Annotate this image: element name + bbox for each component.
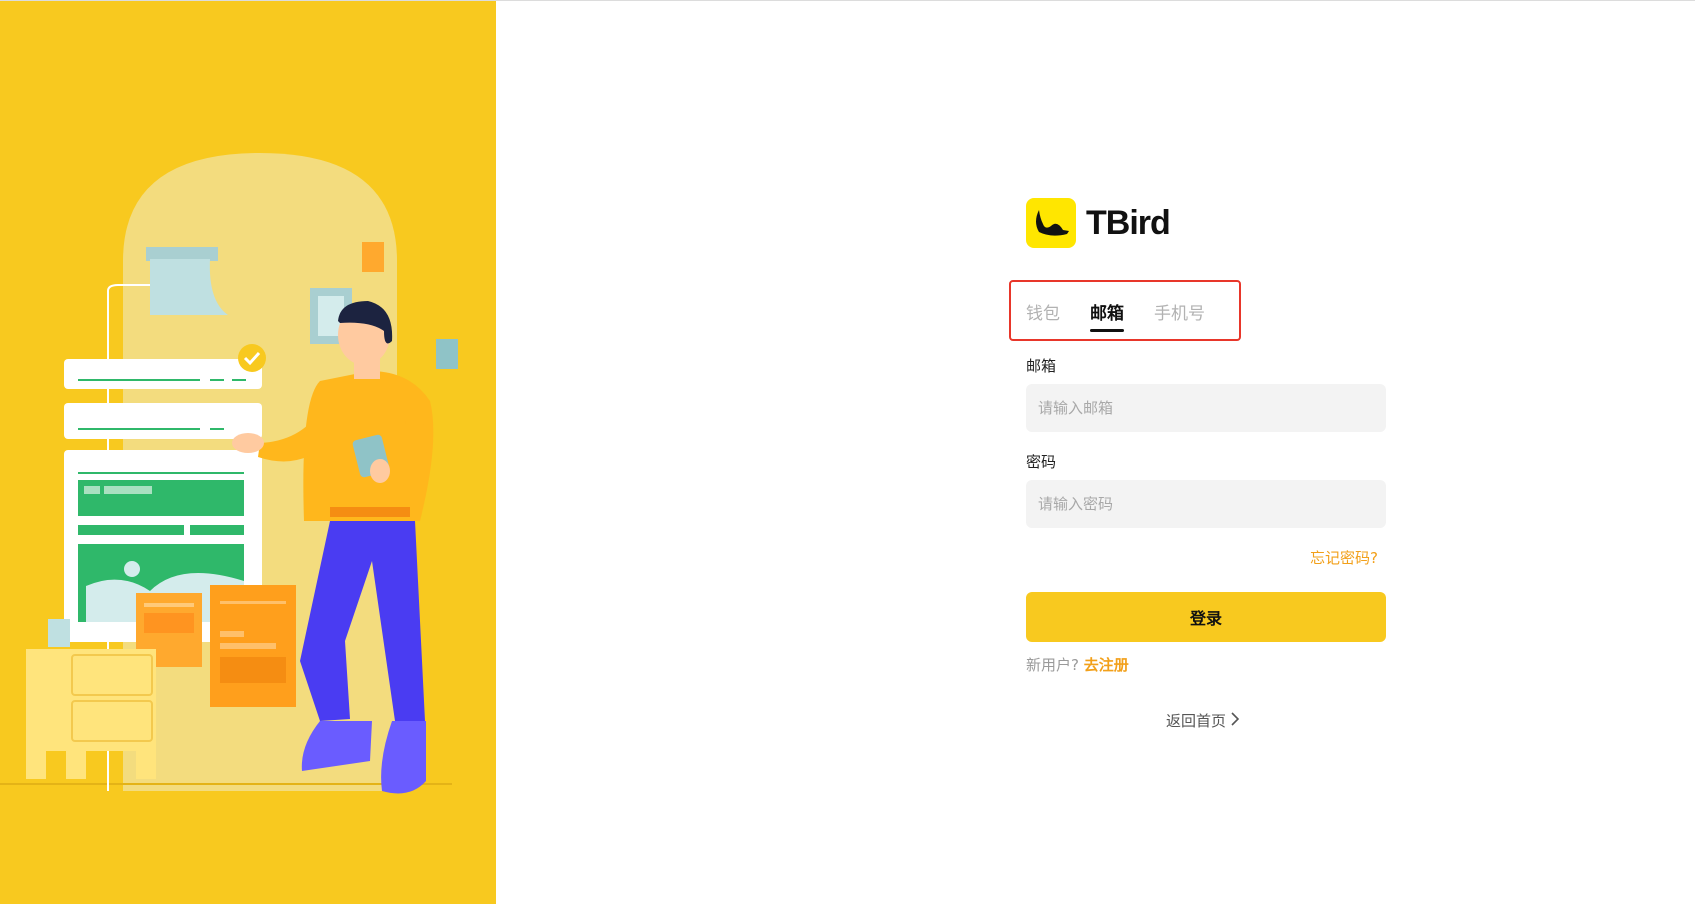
forgot-password-link[interactable]: 忘记密码? — [1310, 547, 1378, 568]
email-input[interactable] — [1026, 384, 1386, 432]
register-row: 新用户? 去注册 — [1026, 654, 1129, 675]
brand: TBird — [1026, 198, 1386, 248]
register-link[interactable]: 去注册 — [1084, 656, 1129, 674]
register-prompt: 新用户? — [1026, 656, 1079, 674]
illustration-panel — [0, 1, 496, 904]
brand-name: TBird — [1086, 203, 1171, 242]
bird-logo-icon — [1026, 198, 1076, 248]
login-page: TBird 钱包 邮箱 手机号 邮箱 密码 忘记密码? 登录 新用户? 去注册 … — [0, 0, 1695, 904]
login-method-tabs: 钱包 邮箱 手机号 — [1026, 302, 1235, 334]
tab-wallet[interactable]: 钱包 — [1026, 302, 1060, 334]
login-button[interactable]: 登录 — [1026, 592, 1386, 642]
chevron-right-icon — [1230, 711, 1240, 730]
tab-email[interactable]: 邮箱 — [1090, 302, 1124, 334]
back-home-label: 返回首页 — [1166, 712, 1227, 730]
password-input[interactable] — [1026, 480, 1386, 528]
password-label: 密码 — [1026, 453, 1057, 471]
person-with-phone-illustration — [0, 153, 458, 794]
tab-phone[interactable]: 手机号 — [1154, 302, 1205, 334]
login-form: TBird 钱包 邮箱 手机号 邮箱 密码 忘记密码? 登录 新用户? 去注册 … — [1009, 198, 1386, 730]
back-home-link[interactable]: 返回首页 — [1166, 710, 1240, 731]
email-label: 邮箱 — [1026, 357, 1057, 375]
